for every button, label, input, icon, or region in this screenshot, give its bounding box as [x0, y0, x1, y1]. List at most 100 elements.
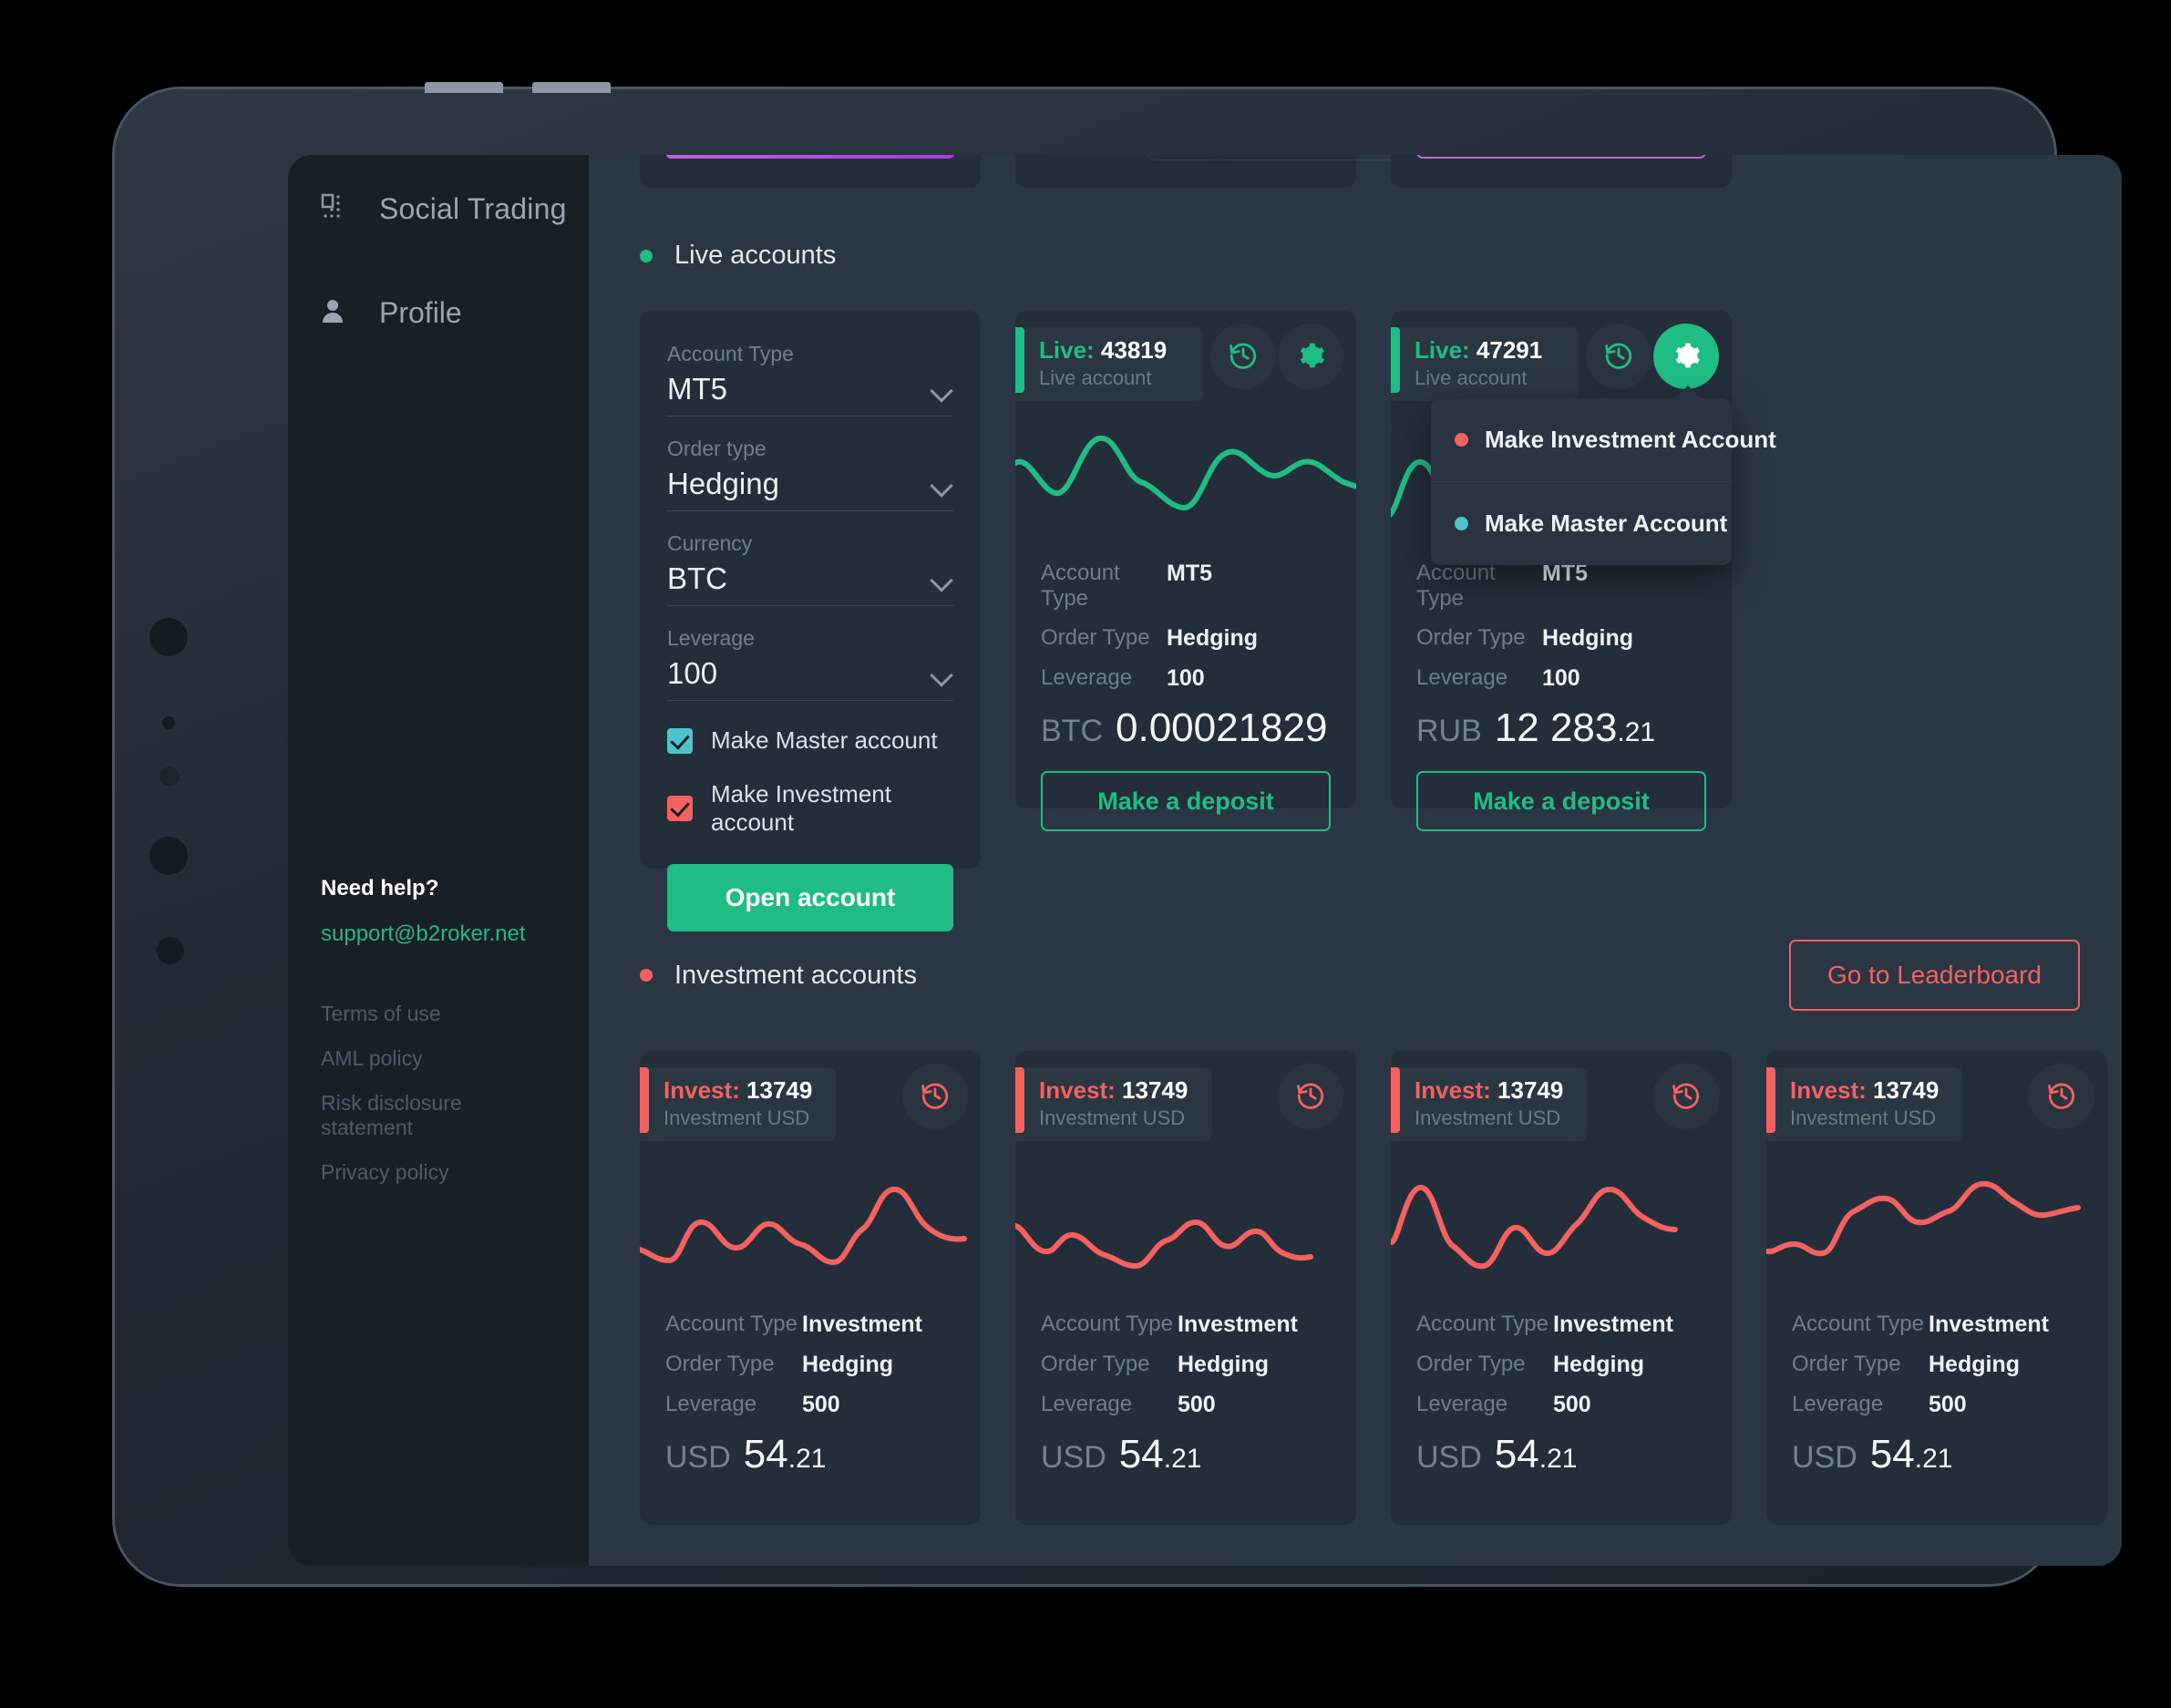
- account-spec-list: Account Type MT5 Order Type Hedging Leve…: [1391, 561, 1732, 692]
- history-button[interactable]: [902, 1064, 968, 1129]
- balance-currency: USD: [665, 1440, 731, 1475]
- spec-key: Leverage: [1416, 665, 1508, 690]
- field-currency[interactable]: Currency BTC: [667, 531, 953, 606]
- account-prefix-label: Live:: [1039, 336, 1095, 364]
- checkbox-make-investment[interactable]: Make Investment account: [667, 780, 953, 837]
- bezel-dot-speaker: [149, 837, 188, 875]
- field-label: Order type: [667, 437, 767, 460]
- spec-value: 100: [1542, 665, 1580, 691]
- field-leverage[interactable]: Leverage 100: [667, 626, 953, 701]
- account-accent-bar: [1391, 327, 1400, 393]
- volume-down-button[interactable]: [532, 82, 611, 93]
- dropdown-item-make-master-account[interactable]: Make Master Account: [1431, 481, 1732, 565]
- dot-icon: [1455, 517, 1468, 530]
- legal-link-privacy[interactable]: Privacy policy: [321, 1160, 558, 1185]
- spec-value: Hedging: [1929, 1352, 2020, 1377]
- account-id: Invest: 13749: [664, 1076, 812, 1105]
- legal-link-aml[interactable]: AML policy: [321, 1046, 558, 1071]
- investment-account-card: Invest: 13749 Investment USD Account Typ…: [1766, 1051, 2107, 1525]
- spec-value: 100: [1167, 665, 1205, 691]
- spec-key: Order Type: [1416, 1352, 1526, 1376]
- history-icon: [920, 1080, 951, 1114]
- user-icon: [321, 298, 345, 328]
- account-spec-row: Leverage 500: [1041, 1392, 1331, 1418]
- account-spec-list: Account Type MT5 Order Type Hedging Leve…: [1015, 561, 1356, 692]
- account-spec-row: Account Type Investment: [1416, 1312, 1706, 1338]
- account-spec-row: Leverage 500: [1792, 1392, 2082, 1418]
- checkbox-label: Make Master account: [711, 726, 938, 754]
- history-button[interactable]: [1653, 1064, 1719, 1129]
- volume-up-button[interactable]: [425, 82, 503, 93]
- dot-icon: [1455, 433, 1468, 447]
- settings-button[interactable]: [1653, 324, 1719, 389]
- history-icon: [1603, 340, 1634, 374]
- dropdown-item-make-investment-account[interactable]: Make Investment Account: [1431, 398, 1776, 481]
- account-sparkline-chart: [1015, 1219, 1313, 1269]
- balance-currency: BTC: [1041, 714, 1103, 748]
- checkbox-make-master[interactable]: Make Master account: [667, 726, 953, 755]
- account-id-pill: Live: 47291 Live account: [1391, 327, 1579, 401]
- balance-decimals: .21: [1617, 717, 1656, 747]
- spec-key: Leverage: [1041, 665, 1133, 690]
- make-deposit-button[interactable]: Make a deposit: [1416, 771, 1706, 831]
- field-order-type[interactable]: Order type Hedging: [667, 437, 953, 511]
- sidebar-item-label: Profile: [379, 295, 462, 329]
- legal-link-risk[interactable]: Risk disclosure statement: [321, 1091, 558, 1140]
- see-details-button[interactable]: See details: [1416, 155, 1706, 159]
- account-spec-list: Account Type Investment Order Type Hedgi…: [640, 1312, 981, 1418]
- history-icon: [1295, 1080, 1326, 1114]
- investment-account-card: Invest: 13749 Investment USD Account Typ…: [640, 1051, 981, 1525]
- account-balance: RUB 12 283 .21: [1391, 705, 1732, 751]
- account-prefix-label: Invest:: [664, 1076, 740, 1104]
- bezel-dot-mic: [162, 716, 175, 729]
- account-subtitle: Investment USD: [1039, 1106, 1186, 1129]
- history-button[interactable]: [1210, 324, 1276, 389]
- top-card-see-details: See details: [1391, 155, 1732, 188]
- account-spec-row: Account Type Investment: [1792, 1312, 2082, 1338]
- history-button[interactable]: [1586, 324, 1651, 389]
- spec-value: Investment: [802, 1312, 922, 1337]
- go-to-leaderboard-button[interactable]: Go to Leaderboard: [1788, 940, 2080, 1011]
- make-deposit-button[interactable]: Make a deposit: [1041, 771, 1331, 831]
- field-label: Account Type: [667, 342, 794, 365]
- account-balance: USD 54 .21: [640, 1432, 981, 1477]
- support-email-link[interactable]: support@b2roker.net: [321, 921, 558, 947]
- balance-decimals: .21: [1538, 1444, 1578, 1474]
- history-button[interactable]: [1278, 1064, 1343, 1129]
- settings-button[interactable]: [1278, 324, 1343, 389]
- need-help-title: Need help?: [321, 876, 439, 900]
- account-spec-row: Leverage 100: [1041, 665, 1331, 692]
- account-accent-bar: [640, 1067, 649, 1133]
- history-button[interactable]: [2029, 1064, 2094, 1129]
- open-account-button-purple[interactable]: Open account: [665, 155, 955, 159]
- tablet-screen: Social Trading Profile Need help? suppor…: [288, 155, 2122, 1566]
- spec-key: Account Type: [665, 1312, 797, 1336]
- spec-key: Account Type: [1416, 1312, 1549, 1336]
- field-account-type[interactable]: Account Type MT5: [667, 342, 953, 417]
- legal-link-terms[interactable]: Terms of use: [321, 1002, 558, 1026]
- checkbox-checked-icon[interactable]: [667, 727, 693, 754]
- account-spec-row: Order Type Hedging: [1041, 1352, 1331, 1378]
- account-id-value: 13749: [746, 1076, 813, 1104]
- live-account-card: Live: 47291 Live account Make Investment…: [1391, 311, 1776, 831]
- checkbox-checked-icon[interactable]: [667, 796, 693, 821]
- sidebar-item-profile[interactable]: Profile: [288, 286, 589, 339]
- spec-key: Leverage: [1792, 1392, 1884, 1416]
- spec-value: MT5: [1167, 561, 1212, 586]
- dropdown-item-label: Make Master Account: [1485, 509, 1728, 537]
- account-spec-row: Leverage 100: [1416, 665, 1706, 692]
- account-spec-row: Leverage 500: [665, 1392, 955, 1418]
- spec-key: Account Type: [1416, 561, 1496, 611]
- spec-key: Order Type: [665, 1352, 775, 1376]
- top-cards-row: Open account Leverage: 1:500 Stop out, %…: [640, 155, 2080, 188]
- open-account-submit-button[interactable]: Open account: [667, 864, 953, 931]
- top-card-open-account: Open account: [640, 155, 981, 188]
- account-spec-row: Order Type Hedging: [1792, 1352, 2082, 1378]
- balance-amount: 54: [1869, 1432, 1915, 1476]
- spec-key: Order Type: [1416, 625, 1526, 650]
- balance-currency: RUB: [1416, 714, 1482, 748]
- account-header: Invest: 13749 Investment USD: [1766, 1051, 2107, 1141]
- balance-currency: USD: [1792, 1440, 1857, 1475]
- account-id-value: 13749: [1873, 1076, 1939, 1104]
- app-title: Social Trading: [379, 191, 567, 225]
